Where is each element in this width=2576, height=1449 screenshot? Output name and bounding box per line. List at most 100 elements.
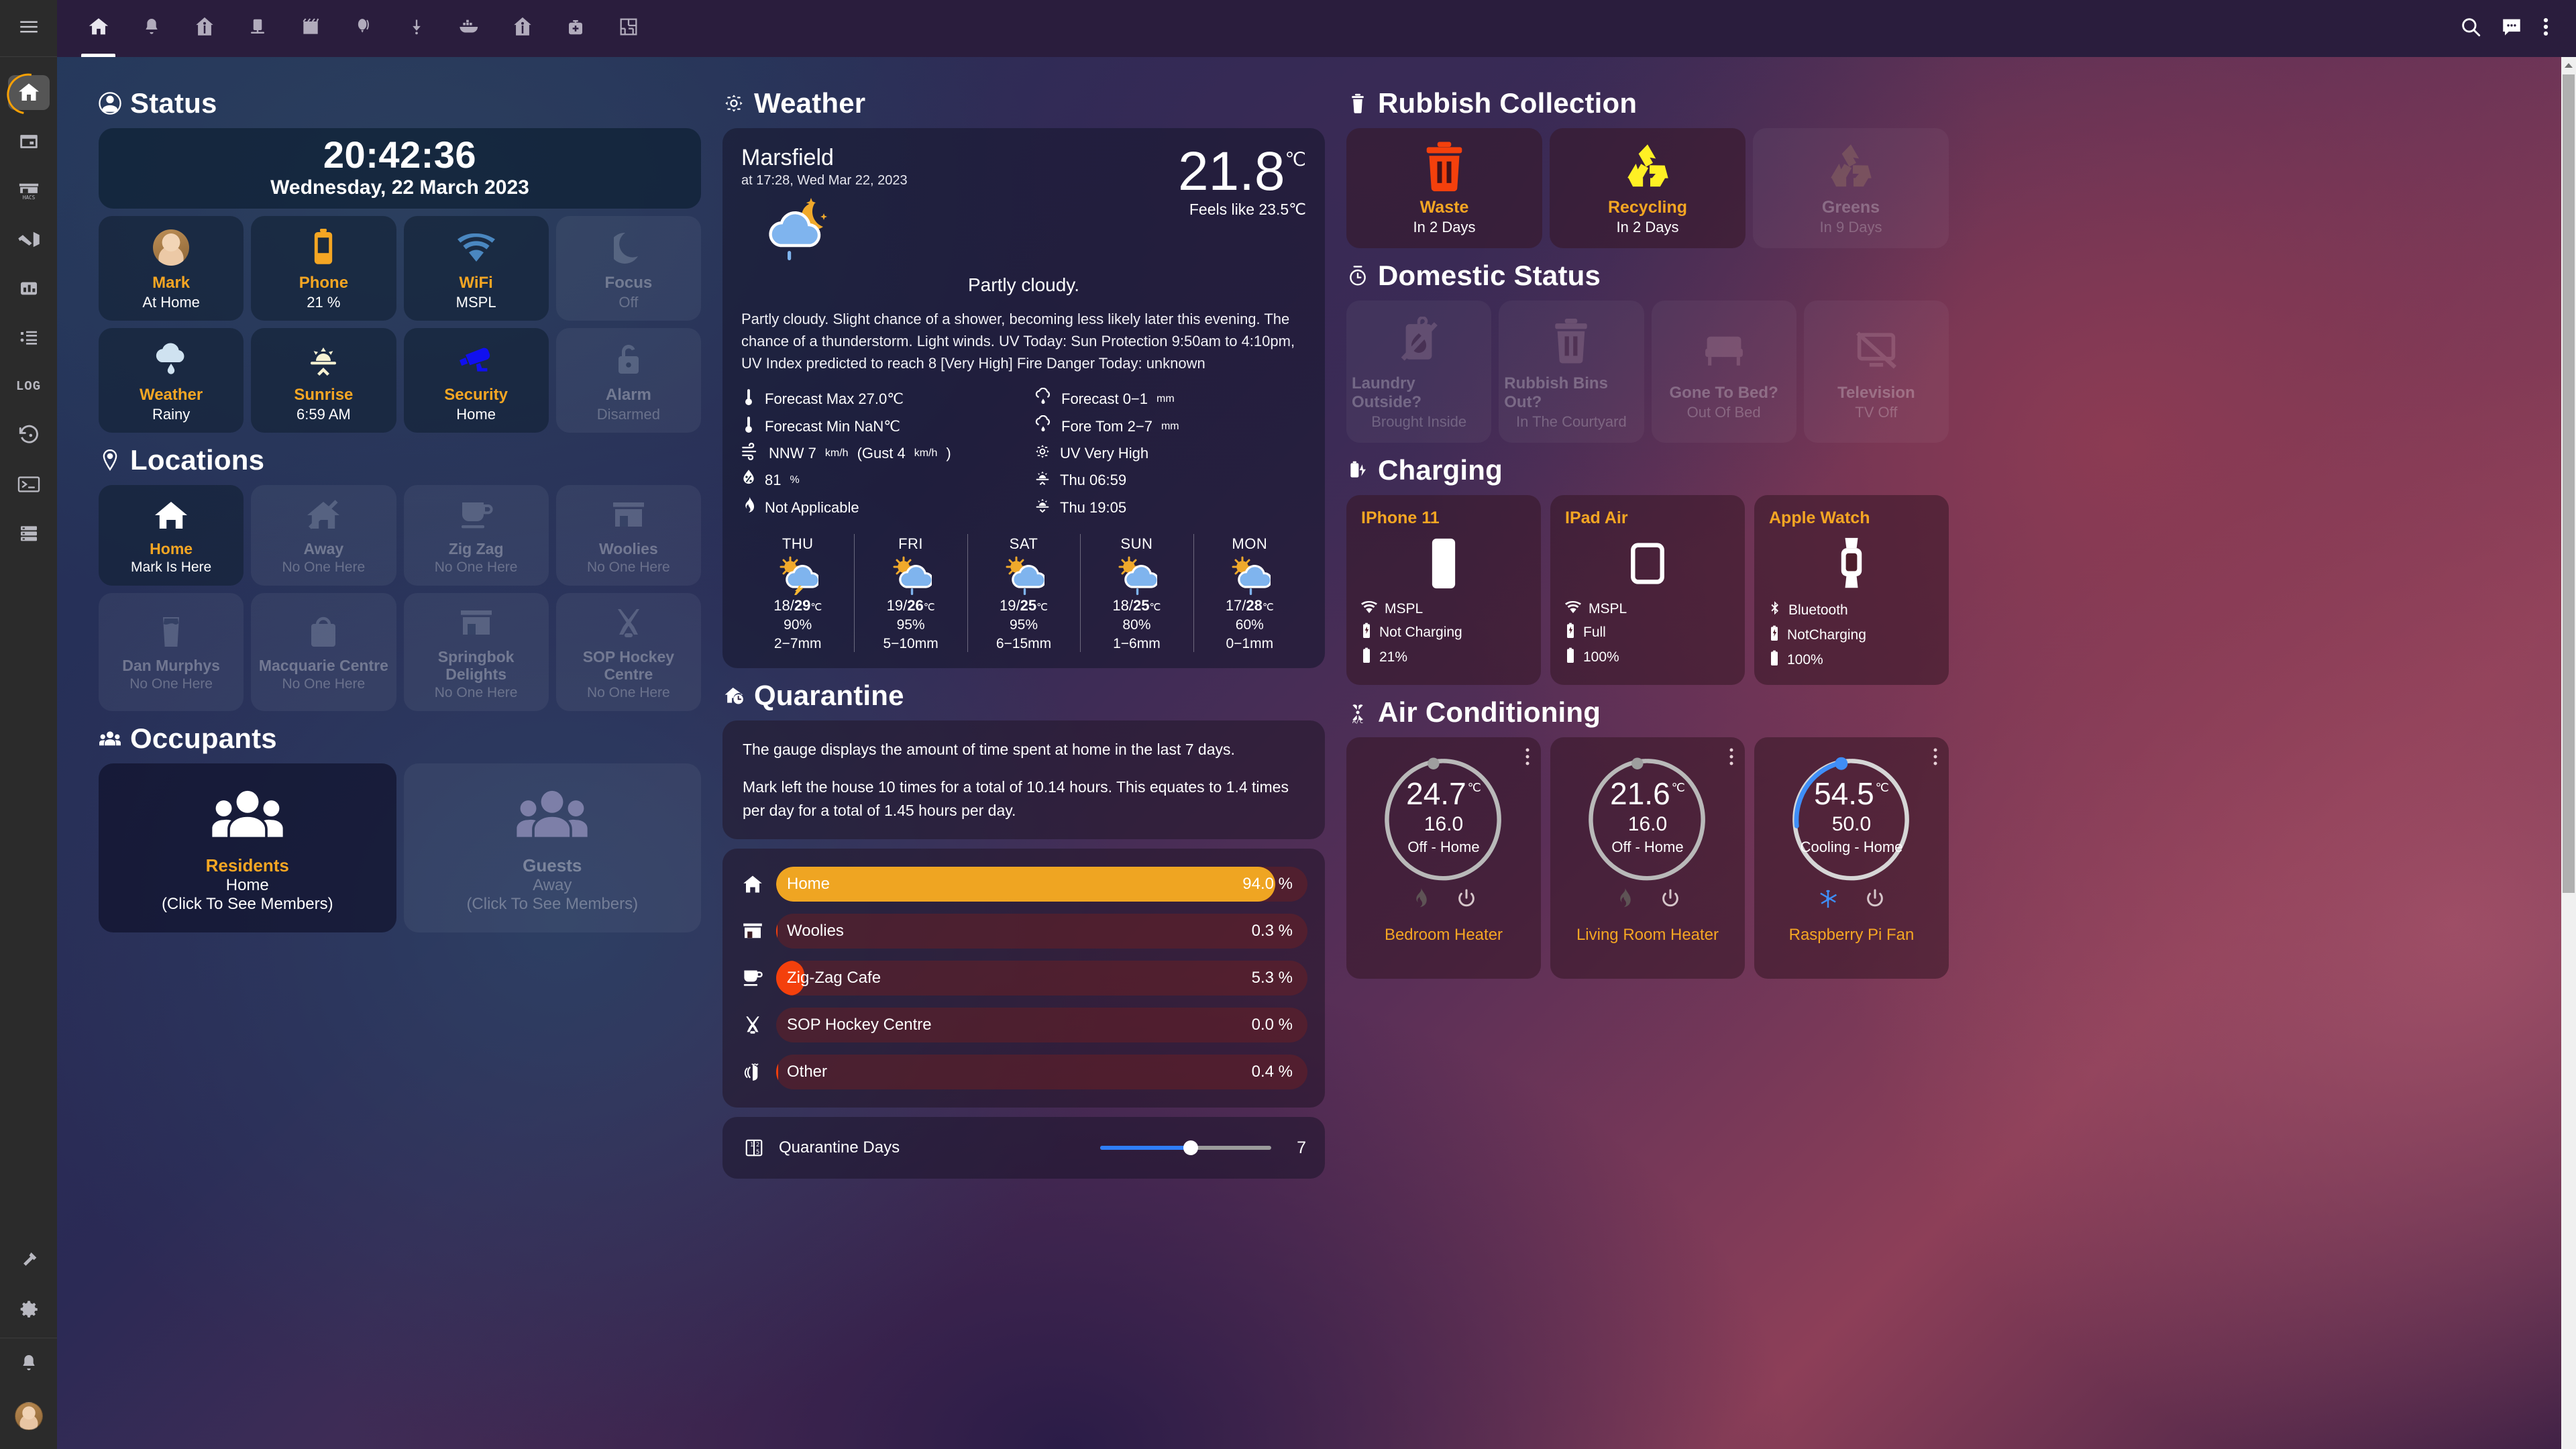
power-icon[interactable] [1456, 888, 1477, 914]
status-heading: Status [99, 89, 701, 117]
thermostat-dial[interactable]: 21.6 ℃ 16.0 Off - Home [1584, 753, 1711, 881]
charging-line: NotCharging [1769, 625, 1934, 645]
quarantine-bar-row[interactable]: Home 94.0 % [740, 861, 1307, 908]
sidebar-item-hacs[interactable]: HACS [0, 166, 57, 215]
location-tile-away[interactable]: Away No One Here [251, 484, 396, 586]
status-tile-wifi[interactable]: WiFi MSPL [403, 216, 549, 321]
quarantine-bar-row[interactable]: Other 0.4 % [740, 1049, 1307, 1095]
charging-line: Bluetooth [1769, 600, 1934, 621]
tab-home[interactable] [72, 0, 125, 57]
quarantine-bar-row[interactable]: Zig-Zag Cafe 5.3 % [740, 955, 1307, 1002]
tab-notebook[interactable] [284, 0, 337, 57]
status-tile-phone[interactable]: Phone 21 % [251, 216, 396, 321]
domestic-tile-bins[interactable]: Rubbish Bins Out? In The Courtyard [1499, 301, 1644, 443]
thermostat-dial[interactable]: 54.5 ℃ 50.0 Cooling - Home [1788, 753, 1915, 881]
aircon-card-bedroom-heater[interactable]: 24.7 ℃ 16.0 Off - Home Bedroom Heater [1346, 737, 1541, 979]
chat-bubble-icon[interactable] [2500, 15, 2524, 42]
dots-vertical-icon[interactable] [1727, 747, 1735, 770]
status-tile-sunrise[interactable]: Sunrise 6:59 AM [251, 327, 396, 433]
forecast-temp: 19/25℃ [1000, 596, 1048, 614]
status-tile-focus[interactable]: Focus Off [555, 216, 701, 321]
sidebar-item-log[interactable]: LOG [0, 362, 57, 411]
rubbish-tile-recycling[interactable]: Recycling In 2 Days [1550, 128, 1746, 248]
quarantine-days-slider[interactable] [1100, 1140, 1271, 1156]
tab-media[interactable] [231, 0, 284, 57]
sidebar-item-server[interactable] [0, 508, 57, 557]
rubbish-tile-greens[interactable]: Greens In 9 Days [1753, 128, 1949, 248]
tile-state: Rainy [152, 405, 191, 423]
vertical-scrollbar[interactable] [2561, 57, 2576, 1449]
line-text: NotCharging [1787, 627, 1866, 643]
location-tile-springbok-delights[interactable]: Springbok Delights No One Here [403, 592, 549, 711]
status-tile-mark[interactable]: Mark At Home [99, 216, 244, 321]
dots-vertical-icon[interactable] [1523, 747, 1532, 770]
location-tile-home[interactable]: Home Mark Is Here [99, 484, 244, 586]
domestic-tile-bed[interactable]: Gone To Bed? Out Of Bed [1651, 301, 1796, 443]
occupant-tile-guests[interactable]: Guests Away (Click To See Members) [403, 763, 701, 932]
sidebar-item-home[interactable] [0, 68, 57, 117]
sidebar-item-developer-tools[interactable] [0, 1236, 57, 1285]
charging-card-watch[interactable]: Apple Watch Bluetooth NotCharging 100% [1754, 495, 1949, 685]
location-tile-zig-zag[interactable]: Zig Zag No One Here [403, 484, 549, 586]
tab-house-anchor[interactable] [178, 0, 231, 57]
tab-docker[interactable] [443, 0, 496, 57]
location-tile-sop-hockey-centre[interactable]: SOP Hockey Centre No One Here [555, 592, 701, 711]
status-tile-weather[interactable]: Weather Rainy [99, 327, 244, 433]
flame-icon[interactable] [1615, 888, 1633, 914]
slider-knob[interactable] [1183, 1140, 1199, 1156]
aircon-card-raspberry-pi-fan[interactable]: 54.5 ℃ 50.0 Cooling - Home Raspberry Pi F… [1754, 737, 1949, 979]
tab-house-anchor-2[interactable] [496, 0, 549, 57]
sidebar-item-settings[interactable] [0, 1285, 57, 1334]
domestic-tile-television[interactable]: Television TV Off [1803, 301, 1949, 443]
dots-vertical-icon[interactable] [1931, 747, 1939, 770]
snowflake-icon[interactable] [1818, 888, 1838, 914]
tab-floorplan[interactable] [602, 0, 655, 57]
quarantine-bar-row[interactable]: SOP Hockey Centre 0.0 % [740, 1002, 1307, 1049]
tab-health[interactable] [549, 0, 602, 57]
sidebar-menu-button[interactable] [0, 0, 57, 57]
flame-icon[interactable] [1411, 888, 1430, 914]
tab-balloon[interactable] [337, 0, 390, 57]
tile-state: Off [619, 293, 639, 311]
sidebar-item-statistics[interactable] [0, 264, 57, 313]
power-icon[interactable] [1865, 888, 1885, 914]
scrollbar-thumb[interactable] [2563, 74, 2575, 893]
stat-text: 81 [765, 471, 782, 488]
tile-name: Security [444, 385, 508, 404]
aircon-card-living-room-heater[interactable]: 21.6 ℃ 16.0 Off - Home Living Room Heater [1550, 737, 1745, 979]
location-tile-macquarie-centre[interactable]: Macquarie Centre No One Here [251, 592, 396, 711]
sidebar-item-vscode[interactable] [0, 215, 57, 264]
status-tile-alarm[interactable]: Alarm Disarmed [555, 327, 701, 433]
hammer-icon [8, 1243, 50, 1278]
dots-vertical-icon[interactable] [2541, 15, 2551, 42]
status-tile-security[interactable]: Security Home [403, 327, 549, 433]
tab-download[interactable] [390, 0, 443, 57]
charging-card-ipad[interactable]: IPad Air MSPL Full 100% [1550, 495, 1745, 685]
sidebar-item-calendar[interactable] [0, 117, 57, 166]
tab-alerts[interactable] [125, 0, 178, 57]
location-tile-dan-murphys[interactable]: Dan Murphys No One Here [99, 592, 244, 711]
quarantine-track: Other 0.4 % [776, 1055, 1307, 1090]
search-icon[interactable] [2459, 15, 2482, 42]
occupant-tile-residents[interactable]: Residents Home (Click To See Members) [99, 763, 396, 932]
quarantine-info-card: The gauge displays the amount of time sp… [722, 720, 1325, 840]
aircon-setpoint: 16.0 [1627, 813, 1668, 835]
scrollbar-up-arrow[interactable] [2561, 57, 2576, 74]
location-tile-woolies[interactable]: Woolies No One Here [555, 484, 701, 586]
rubbish-tile-waste[interactable]: Waste In 2 Days [1346, 128, 1542, 248]
sidebar-item-list[interactable] [0, 313, 57, 362]
tile-name: Residents [205, 855, 289, 875]
quarantine-label: Other [787, 1063, 828, 1081]
power-icon[interactable] [1660, 888, 1680, 914]
line-text: 21% [1379, 649, 1408, 665]
avatar[interactable] [14, 1402, 43, 1430]
sidebar-item-terminal[interactable] [0, 460, 57, 508]
sidebar-item-history[interactable] [0, 411, 57, 460]
quarantine-label: Home [787, 875, 830, 894]
charging-heading: Charging [1346, 456, 1949, 484]
sidebar-item-notifications[interactable] [0, 1338, 57, 1387]
quarantine-bar-row[interactable]: Woolies 0.3 % [740, 908, 1307, 955]
domestic-tile-laundry[interactable]: Laundry Outside? Brought Inside [1346, 301, 1492, 443]
charging-card-iphone[interactable]: IPhone 11 MSPL Not Charging 21% [1346, 495, 1541, 685]
thermostat-dial[interactable]: 24.7 ℃ 16.0 Off - Home [1380, 753, 1507, 881]
